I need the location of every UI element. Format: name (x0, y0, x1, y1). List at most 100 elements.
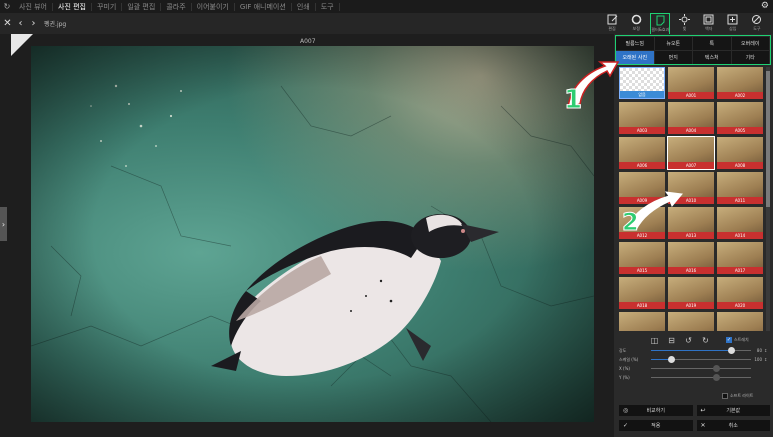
flip-vertical-icon[interactable]: ⊟ (667, 336, 676, 345)
apply-button[interactable]: ✓ 적용 (619, 420, 693, 431)
close-icon[interactable]: ✕ (2, 18, 13, 29)
filter-thumbnail[interactable]: A019 (668, 277, 714, 309)
tab-filter-category[interactable]: 필름느낌 (616, 37, 654, 50)
slider-track[interactable] (651, 377, 751, 378)
annotation-arrow-1: 1 (564, 61, 620, 116)
slider-value[interactable]: 80 (752, 348, 762, 353)
flip-horizontal-icon[interactable]: ◫ (650, 336, 659, 345)
thumbnail-scrollbar[interactable] (766, 67, 770, 331)
tool-edit[interactable]: 편집 (602, 13, 622, 35)
slider-label: 강도 (619, 347, 627, 353)
filter-thumbnail[interactable]: A004 (668, 102, 714, 134)
filter-thumbnail[interactable]: A020 (717, 277, 763, 309)
vignette-overlay (31, 46, 594, 422)
filter-thumbnail[interactable]: A008 (717, 137, 763, 169)
slider-label: Y (%) (619, 375, 630, 380)
soft-light-checkbox[interactable] (722, 393, 728, 399)
annotation-arrow-2: 2 (622, 191, 683, 237)
spinner-icon[interactable]: ↕ (764, 348, 767, 353)
scrollbar-thumb[interactable] (766, 71, 770, 207)
menu-item[interactable]: 콜라주 (161, 2, 192, 11)
tools-icon (752, 15, 762, 24)
tool-insert[interactable]: 삽입 (723, 13, 743, 35)
frame-icon (703, 14, 714, 25)
slider-track[interactable] (651, 368, 751, 369)
circle-icon (631, 14, 642, 25)
reset-label: 기본값 (726, 408, 741, 414)
menu-item[interactable]: 꾸미기 (92, 2, 123, 11)
filter-thumbnail[interactable]: A005 (717, 102, 763, 134)
menu-item[interactable]: 일괄 편집 (122, 2, 162, 11)
filter-thumbnail[interactable]: A014 (717, 207, 763, 239)
menu-item[interactable]: 이어붙이기 (192, 2, 235, 11)
thumbnail-caption: A006 (619, 162, 665, 169)
prev-icon[interactable]: ‹ (15, 18, 26, 29)
spinner-icon[interactable]: ↕ (764, 357, 767, 362)
tab-filter-category[interactable]: 텍스처 (693, 51, 731, 64)
rotate-left-icon[interactable]: ↺ (684, 336, 693, 345)
menu-item[interactable]: 도구 (316, 2, 340, 11)
tab-filter-category[interactable]: 톡 (693, 37, 731, 50)
menu-item[interactable]: 인쇄 (292, 2, 316, 11)
soft-light-option[interactable]: 소프트 라이트 (722, 393, 753, 399)
tool-frame[interactable]: 액자 (699, 13, 719, 35)
next-icon[interactable]: › (28, 18, 39, 29)
app-logo-icon[interactable]: ↻ (0, 2, 14, 11)
cancel-button[interactable]: ✕ 취소 (696, 420, 770, 431)
slider-row: X (%) (619, 364, 771, 373)
menu-item[interactable]: 사진 뷰어 (14, 2, 53, 11)
thumbnail-caption: A004 (668, 127, 714, 134)
compare-button[interactable]: ◎ 비교하기 (619, 405, 693, 416)
gear-icon[interactable]: ⚙ (761, 1, 769, 11)
tool-tools[interactable]: 도구 (747, 13, 767, 35)
filter-thumbnail[interactable]: A022 (668, 312, 714, 331)
slider-knob[interactable] (713, 374, 720, 381)
slider-knob[interactable] (728, 347, 735, 354)
filter-thumbnail[interactable]: A006 (619, 137, 665, 169)
compare-icon: ◎ (623, 407, 629, 414)
slider-value[interactable]: 100 (752, 357, 762, 362)
tool-filter[interactable]: 필터&효과 (650, 13, 671, 35)
filter-thumbnail[interactable]: A003 (619, 102, 665, 134)
menu-item[interactable]: 사진 편집 (53, 2, 92, 11)
slider-label: 스케일 (%) (619, 356, 639, 362)
slider-knob[interactable] (668, 356, 675, 363)
filter-thumbnail[interactable]: A015 (619, 242, 665, 274)
thumbnail-caption: A016 (668, 267, 714, 274)
filter-thumbnail[interactable]: A002 (717, 67, 763, 99)
filter-thumbnail[interactable]: A001 (668, 67, 714, 99)
tab-filter-category[interactable]: 먼지 (654, 51, 692, 64)
thumbnail-caption: A003 (619, 127, 665, 134)
tab-filter-category[interactable]: 뉴오톤 (654, 37, 692, 50)
button-row-1: ◎ 비교하기 ↩ 기본값 (619, 405, 770, 416)
slider-knob[interactable] (713, 365, 720, 372)
filter-thumbnail[interactable]: A007 (667, 136, 715, 170)
tool-circle[interactable]: 보정 (626, 13, 646, 35)
menu-item[interactable]: GIF 애니메이션 (235, 2, 292, 11)
tool-sun[interactable]: 빛 (674, 13, 694, 35)
rotate-right-icon[interactable]: ↻ (701, 336, 710, 345)
stretch-option[interactable]: ✓ 스트레치 (726, 337, 749, 343)
filter-thumbnail[interactable]: 없음 (619, 67, 665, 99)
main-menu-bar: ↻ 사진 뷰어 사진 편집 꾸미기 일괄 편집 콜라주 이어붙이기 GIF 애니메이션 인쇄 도… (0, 0, 773, 13)
thumbnail-caption: A018 (619, 302, 665, 309)
tool-label: 삽입 (729, 26, 737, 31)
tab-filter-category[interactable]: 기타 (731, 51, 769, 64)
filter-thumbnail[interactable]: A016 (668, 242, 714, 274)
tool-label: 액자 (704, 26, 713, 31)
thumbnail-caption: A005 (717, 127, 763, 134)
filter-thumbnail[interactable]: A021 (619, 312, 665, 331)
tab-filter-category[interactable]: 오버레이 (731, 37, 769, 50)
filter-thumbnail[interactable]: A011 (717, 172, 763, 204)
tab-filter-category[interactable]: 오래된 사진 (616, 51, 654, 64)
filter-thumbnail[interactable]: A018 (619, 277, 665, 309)
photo-preview[interactable] (31, 46, 594, 422)
annotation-number-1: 1 (564, 85, 582, 115)
button-row-2: ✓ 적용 ✕ 취소 (619, 420, 770, 431)
stretch-checkbox[interactable]: ✓ (726, 337, 732, 343)
expand-panel-handle[interactable]: › (0, 207, 7, 241)
reset-button[interactable]: ↩ 기본값 (696, 405, 770, 416)
filter-thumbnail[interactable]: A017 (717, 242, 763, 274)
filter-thumbnail[interactable]: A023 (717, 312, 763, 331)
slider-row: 강도 80 ↕ (619, 346, 771, 355)
